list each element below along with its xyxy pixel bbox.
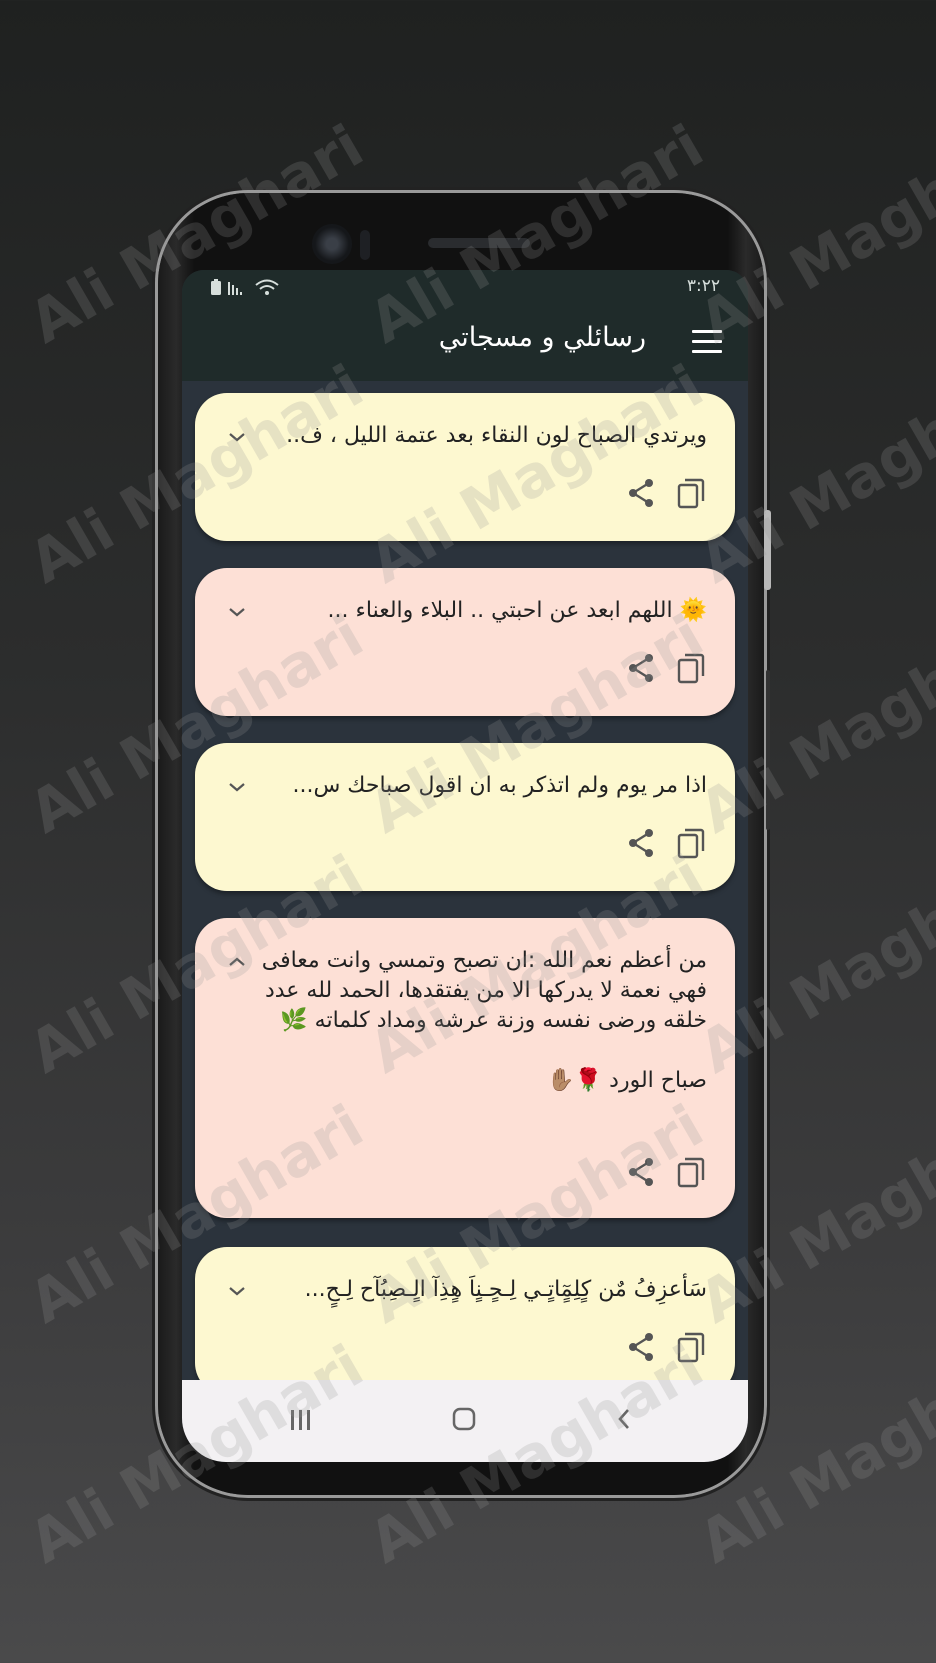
- chevron-down-icon[interactable]: [225, 600, 249, 624]
- message-text: ويرتدي الصباح لون النقاء بعد عتمة الليل …: [286, 423, 707, 448]
- chevron-down-icon[interactable]: [225, 425, 249, 449]
- share-icon[interactable]: [627, 477, 655, 509]
- message-text: سَأعزِفُ مٌن كٍلِمٍٓاتٍـي لِـحٍـنٍاَ هٍذ…: [304, 1277, 707, 1302]
- message-card[interactable]: سَأعزِفُ مٌن كٍلِمٍٓاتٍـي لِـحٍـنٍاَ هٍذ…: [195, 1247, 735, 1395]
- app-title: رسائلي و مسجاتي: [438, 322, 646, 353]
- front-camera: [312, 224, 352, 264]
- sensor: [360, 230, 370, 260]
- wifi-icon: [255, 279, 279, 295]
- copy-icon[interactable]: [677, 827, 705, 859]
- status-icons: [210, 278, 280, 300]
- status-bar: ٣:٢٢: [182, 270, 748, 306]
- menu-icon[interactable]: [692, 330, 722, 354]
- status-time: ٣:٢٢: [686, 276, 720, 296]
- app-bar: رسائلي و مسجاتي: [182, 306, 748, 381]
- chevron-down-icon[interactable]: [225, 775, 249, 799]
- copy-icon[interactable]: [677, 1331, 705, 1363]
- recents-button[interactable]: [288, 1404, 314, 1438]
- power-button: [764, 510, 771, 590]
- earpiece-speaker: [428, 238, 530, 248]
- phone-screen: ٣:٢٢ رسائلي و مسجاتي ويرتدي الصباح لون ا…: [182, 270, 748, 1462]
- system-nav-bar: [182, 1380, 748, 1462]
- copy-icon[interactable]: [677, 652, 705, 684]
- message-card[interactable]: ويرتدي الصباح لون النقاء بعد عتمة الليل …: [195, 393, 735, 541]
- share-icon[interactable]: [627, 1156, 655, 1188]
- message-card[interactable]: 🌞 اللهم ابعد عن احبتي .. البلاء والعناء …: [195, 568, 735, 716]
- signal-icon: [228, 282, 243, 295]
- message-text: من أعظم نعم الله :ان تصبح وتمسي وانت معا…: [261, 948, 707, 1093]
- copy-icon[interactable]: [677, 1156, 705, 1188]
- back-button[interactable]: [612, 1404, 638, 1438]
- share-icon[interactable]: [627, 1331, 655, 1363]
- volume-button: [766, 670, 770, 830]
- copy-icon[interactable]: [677, 477, 705, 509]
- share-icon[interactable]: [627, 652, 655, 684]
- chevron-down-icon[interactable]: [225, 1279, 249, 1303]
- message-list[interactable]: ويرتدي الصباح لون النقاء بعد عتمة الليل …: [182, 381, 748, 1395]
- share-icon[interactable]: [627, 827, 655, 859]
- message-card-expanded[interactable]: من أعظم نعم الله :ان تصبح وتمسي وانت معا…: [195, 918, 735, 1218]
- message-card[interactable]: اذا مر يوم ولم اتذكر به ان اقول صباحك س.…: [195, 743, 735, 891]
- battery-icon: [211, 279, 221, 295]
- message-text: 🌞 اللهم ابعد عن احبتي .. البلاء والعناء …: [327, 598, 707, 623]
- message-text: اذا مر يوم ولم اتذكر به ان اقول صباحك س.…: [292, 773, 707, 798]
- chevron-up-icon[interactable]: [225, 950, 249, 974]
- home-button[interactable]: [450, 1404, 480, 1438]
